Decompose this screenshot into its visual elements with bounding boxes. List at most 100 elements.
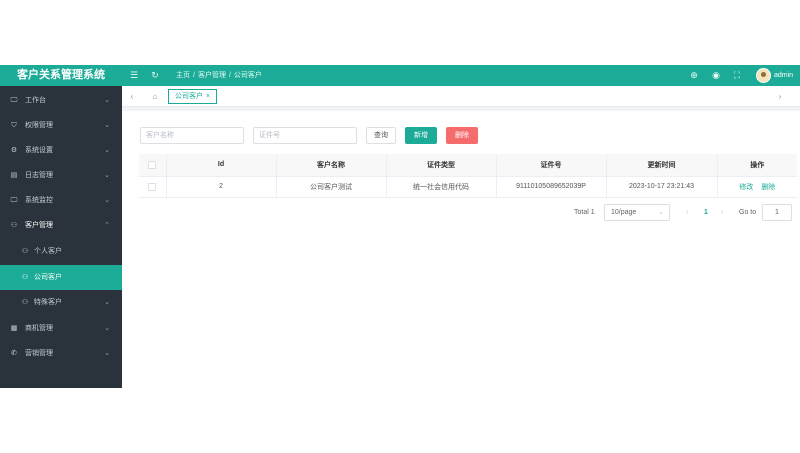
user-name-label: admin [774,72,794,79]
id-number-input[interactable]: 证件号 [253,127,357,144]
sidebar-item-label: 特殊客户 [34,299,62,306]
sidebar-item-system-monitor[interactable]: 🖵 系统监控 ⌄ [0,188,122,213]
user-avatar[interactable] [756,68,771,83]
gear-icon: ⚙ [10,147,18,154]
sidebar-item-marketing[interactable]: ✆ 营销管理 ⌄ [0,341,122,366]
sidebar-item-label: 营销管理 [25,350,53,357]
fullscreen-icon[interactable]: ⛶ [731,65,743,86]
top-bar: 客户关系管理系统 ☰ ↻ 主页 / 客户管理 / 公司客户 ⊕ ◉ ⛶ admin [0,65,800,86]
add-button[interactable]: 新增 [405,127,437,144]
select-all-checkbox[interactable] [148,160,157,169]
goto-label: Go to [739,209,757,216]
chevron-down-icon: ⌄ [104,97,110,104]
chevron-up-icon: ⌃ [104,222,110,229]
delete-button[interactable]: 删除 [446,127,478,144]
sidebar-item-system-settings[interactable]: ⚙ 系统设置 ⌄ [0,138,122,163]
language-icon[interactable]: ⊕ [688,65,700,86]
goto-page-input[interactable]: 1 [762,204,792,221]
sidebar-item-label: 系统设置 [25,147,53,154]
content-divider [122,107,800,111]
breadcrumb-company-customer: 公司客户 [233,72,262,79]
refresh-icon[interactable]: ↻ [149,65,161,86]
column-header-actions: 操作 [717,154,797,177]
app-window: 客户关系管理系统 ☰ ↻ 主页 / 客户管理 / 公司客户 ⊕ ◉ ⛶ admin 🖵 … [0,65,800,388]
chevron-down-icon: ⌄ [104,299,110,306]
edit-link[interactable]: 修改 [739,184,753,191]
users-icon: ⚇ [21,299,29,306]
cell-name: 公司客户测试 [276,176,387,198]
cell-id: 2 [166,176,277,198]
tab-company-customer[interactable]: 公司客户 × [168,89,218,104]
sidebar-item-label: 日志管理 [25,172,53,179]
user-icon: ⚇ [21,248,29,255]
column-header-updated: 更新时间 [606,154,718,177]
breadcrumb-home[interactable]: 主页 [176,72,190,79]
sidebar-item-label: 系统监控 [25,197,53,204]
sidebar-item-logs[interactable]: ▤ 日志管理 ⌄ [0,163,122,188]
tabs-prev-icon[interactable]: ‹ [126,86,138,107]
table-row: 2 公司客户测试 统一社会信用代码 911101050896520​39P 20… [139,176,797,198]
chevron-down-icon: ⌄ [104,147,110,154]
theme-icon[interactable]: ◉ [710,65,722,86]
breadcrumb-separator: / [228,72,231,79]
chevron-down-icon: ⌄ [104,172,110,179]
user-name[interactable]: admin [774,65,793,86]
column-header-name: 客户名称 [276,154,387,177]
close-icon[interactable]: × [206,93,210,100]
next-page-icon[interactable]: › [721,204,723,221]
chevron-down-icon: ⌄ [104,122,110,129]
tabs-bar: ‹ ⌂ 公司客户 × › [122,86,800,107]
tabs-next-icon[interactable]: › [774,86,786,107]
pagination: Total 1 10/page ⌄ ‹ 1 › Go to 1 [560,204,800,221]
customer-name-input[interactable]: 客户名称 [140,127,244,144]
customer-table: Id 客户名称 证件类型 证件号 更新时间 操作 2 公司客户测试 统一社会信用… [139,154,797,198]
chevron-down-icon: ⌄ [104,325,110,332]
sidebar-item-label: 公司客户 [34,274,62,281]
chart-icon: ▦ [10,325,18,332]
page-number-1[interactable]: 1 [704,204,708,221]
chevron-down-icon: ⌄ [104,197,110,204]
sidebar-item-label: 商机管理 [25,325,53,332]
breadcrumb-customer-management[interactable]: 客户管理 [198,72,226,79]
document-icon: ▤ [10,172,18,179]
user-icon: ⚇ [21,274,29,281]
page-size-value: 10/page [611,209,637,216]
user-icon: ⚇ [10,222,18,229]
cell-updated: 2023-10-17 23:21:43 [606,176,718,198]
column-header-id-number: 证件号 [496,154,607,177]
sidebar-item-permissions[interactable]: ⛉ 权限管理 ⌄ [0,113,122,138]
cell-actions: 修改 删除 [717,176,797,198]
sidebar-item-label: 客户管理 [25,222,53,229]
prev-page-icon[interactable]: ‹ [686,204,688,221]
page-size-select[interactable]: 10/page ⌄ [604,204,670,221]
row-select-cell [139,176,167,198]
sidebar-item-company-customer[interactable]: ⚇ 公司客户 [0,265,122,290]
sidebar: 🖵 工作台 ⌄ ⛉ 权限管理 ⌄ ⚙ 系统设置 ⌄ ▤ 日志管理 ⌄ 🖵 系统监… [0,86,122,388]
chevron-down-icon: ⌄ [658,209,664,216]
sidebar-item-personal-customer[interactable]: ⚇ 个人客户 [0,239,122,264]
cell-id-type: 统一社会信用代码 [386,176,497,198]
query-button[interactable]: 查询 [366,127,396,144]
column-header-id: Id [166,154,277,177]
sidebar-item-label: 权限管理 [25,122,53,129]
row-checkbox[interactable] [148,182,157,191]
sidebar-item-label: 工作台 [25,97,46,104]
phone-icon: ✆ [11,350,17,357]
sidebar-item-special-customer[interactable]: ⚇ 特殊客户 ⌄ [0,290,122,315]
monitor-icon: 🖵 [10,197,18,204]
sidebar-item-workbench[interactable]: 🖵 工作台 ⌄ [0,88,122,113]
sidebar-item-customer-management[interactable]: ⚇ 客户管理 ⌃ [0,213,122,238]
breadcrumb-separator: / [193,72,195,79]
tab-label: 公司客户 [175,93,203,100]
home-icon[interactable]: ⌂ [148,86,162,107]
delete-link[interactable]: 删除 [761,184,775,191]
breadcrumb: 主页 / 客户管理 / 公司客户 [176,65,262,86]
cell-id-number: 911101050896520​39P [496,176,607,198]
select-all-cell [139,154,167,177]
menu-toggle-icon[interactable]: ☰ [128,65,140,86]
sidebar-item-opportunities[interactable]: ▦ 商机管理 ⌄ [0,316,122,341]
monitor-icon: 🖵 [10,97,18,104]
column-header-id-type: 证件类型 [386,154,497,177]
table-header-row: Id 客户名称 证件类型 证件号 更新时间 操作 [139,154,797,177]
chevron-down-icon: ⌄ [104,350,110,357]
